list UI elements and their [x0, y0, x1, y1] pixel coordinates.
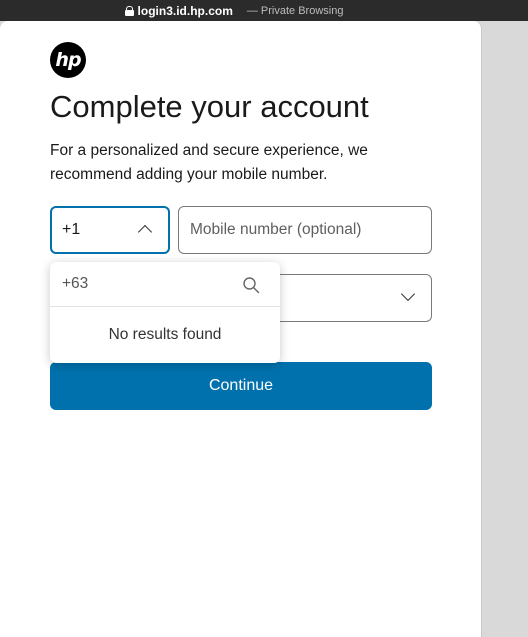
lock-icon — [124, 5, 134, 16]
url-display[interactable]: login3.id.hp.com — Private Browsing — [124, 3, 344, 18]
account-card: hp Complete your account For a personali… — [0, 21, 482, 637]
country-search-input[interactable] — [50, 262, 235, 306]
no-results-message: No results found — [108, 326, 222, 343]
hp-logo-icon: hp — [50, 42, 86, 78]
search-icon[interactable] — [242, 276, 260, 294]
private-browsing-label: — Private Browsing — [246, 4, 344, 17]
chevron-down-icon — [400, 286, 416, 302]
country-code-dropdown: No results found — [50, 262, 280, 363]
continue-button[interactable]: Continue — [50, 362, 432, 410]
page-subtitle: For a personalized and secure experience… — [50, 142, 368, 183]
dropdown-search-row — [50, 262, 280, 307]
browser-bar: login3.id.hp.com — Private Browsing — [0, 0, 528, 21]
logo-text: hp — [55, 49, 81, 71]
url-domain: login3.id.hp.com — [137, 3, 233, 18]
page-title: Complete your account — [50, 89, 369, 124]
chevron-up-icon — [137, 224, 153, 240]
country-code-select[interactable]: +1 — [50, 206, 170, 254]
country-code-value: +1 — [62, 221, 81, 238]
mobile-number-input[interactable] — [178, 206, 432, 254]
